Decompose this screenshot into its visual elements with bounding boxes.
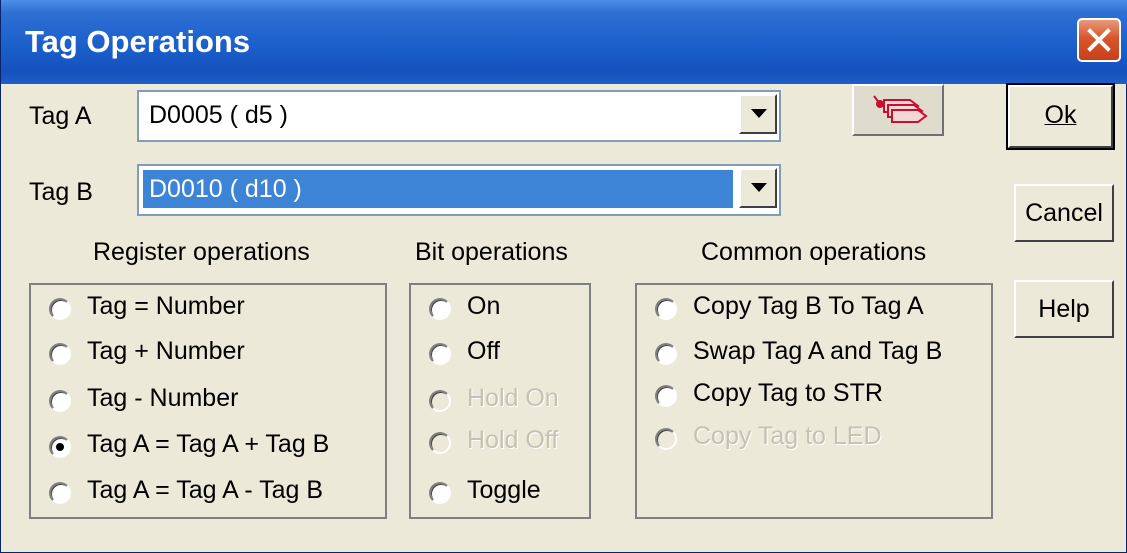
- radio-label: Swap Tag A and Tag B: [693, 337, 943, 365]
- radio-label: Tag + Number: [87, 337, 245, 365]
- radio-label: Tag A = Tag A + Tag B: [87, 430, 330, 458]
- tag-a-value: D0005 ( d5 ): [149, 101, 288, 129]
- radio-label: Copy Tag to STR: [693, 379, 883, 407]
- chevron-down-icon[interactable]: [739, 94, 777, 134]
- radio-button[interactable]: [429, 298, 451, 320]
- tag-a-label: Tag A: [29, 102, 92, 130]
- radio-button[interactable]: [49, 343, 71, 365]
- tags-icon: [873, 95, 928, 123]
- radio-button[interactable]: [49, 390, 71, 412]
- ok-button[interactable]: Ok: [1006, 83, 1115, 150]
- tag-browse-button[interactable]: [852, 84, 944, 136]
- radio-button-disabled: [429, 432, 451, 454]
- help-button-label: Help: [1038, 295, 1090, 323]
- common-ops-title: Common operations: [701, 238, 927, 266]
- radio-label: Hold Off: [467, 426, 559, 454]
- radio-label: Copy Tag to LED: [693, 422, 882, 450]
- register-ops-title: Register operations: [93, 238, 310, 266]
- radio-button[interactable]: [49, 482, 71, 504]
- cancel-button[interactable]: Cancel: [1014, 184, 1114, 242]
- radio-button-selected[interactable]: [49, 436, 71, 458]
- tag-operations-dialog: Tag Operations Tag A D0005 ( d5 ) Ok Tag…: [0, 0, 1127, 553]
- ok-button-label: Ok: [1044, 101, 1077, 129]
- tag-b-select[interactable]: D0010 ( d10 ): [137, 164, 781, 216]
- radio-button[interactable]: [655, 385, 677, 407]
- radio-button[interactable]: [429, 343, 451, 365]
- radio-button-disabled: [429, 390, 451, 412]
- radio-label: Tag = Number: [87, 292, 245, 320]
- radio-label: Tag - Number: [87, 384, 239, 412]
- radio-label: On: [467, 292, 501, 320]
- cancel-button-label: Cancel: [1025, 199, 1103, 227]
- tag-b-value: D0010 ( d10 ): [143, 170, 733, 208]
- radio-button[interactable]: [655, 298, 677, 320]
- radio-button[interactable]: [49, 298, 71, 320]
- close-icon: [1087, 28, 1111, 52]
- radio-label: Copy Tag B To Tag A: [693, 292, 924, 320]
- radio-label: Tag A = Tag A - Tag B: [87, 476, 324, 504]
- bit-ops-title: Bit operations: [415, 238, 568, 266]
- radio-button[interactable]: [655, 343, 677, 365]
- tag-a-select[interactable]: D0005 ( d5 ): [137, 90, 781, 142]
- radio-label: Hold On: [467, 384, 559, 412]
- chevron-down-icon[interactable]: [739, 168, 777, 208]
- radio-button[interactable]: [429, 482, 451, 504]
- window-title: Tag Operations: [25, 24, 251, 59]
- close-button[interactable]: [1077, 18, 1121, 62]
- radio-label: Toggle: [467, 476, 541, 504]
- title-bar[interactable]: Tag Operations: [1, 0, 1127, 84]
- radio-label: Off: [467, 337, 500, 365]
- help-button[interactable]: Help: [1014, 280, 1114, 338]
- radio-button-disabled: [655, 428, 677, 450]
- tag-b-label: Tag B: [29, 178, 93, 206]
